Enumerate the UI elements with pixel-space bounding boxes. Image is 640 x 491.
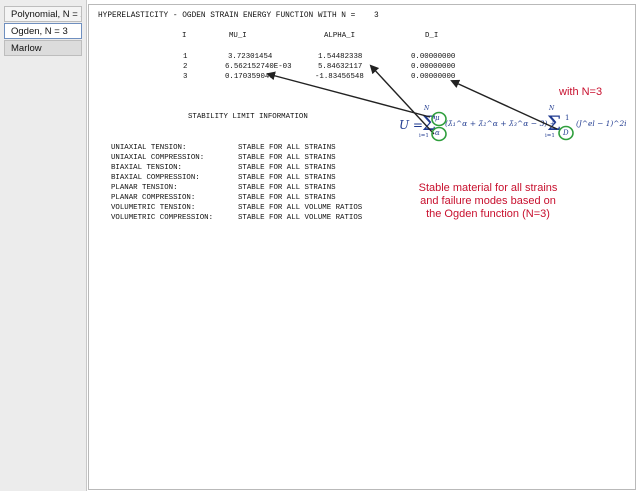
highlight-circle-d bbox=[558, 125, 574, 141]
arrow-to-mu bbox=[266, 71, 431, 118]
highlight-circle-mu bbox=[431, 111, 447, 127]
annotation-overlay bbox=[266, 64, 574, 142]
highlight-circle-alpha bbox=[431, 126, 447, 142]
arrow-to-d bbox=[450, 79, 558, 130]
arrow-to-alpha bbox=[369, 64, 435, 135]
